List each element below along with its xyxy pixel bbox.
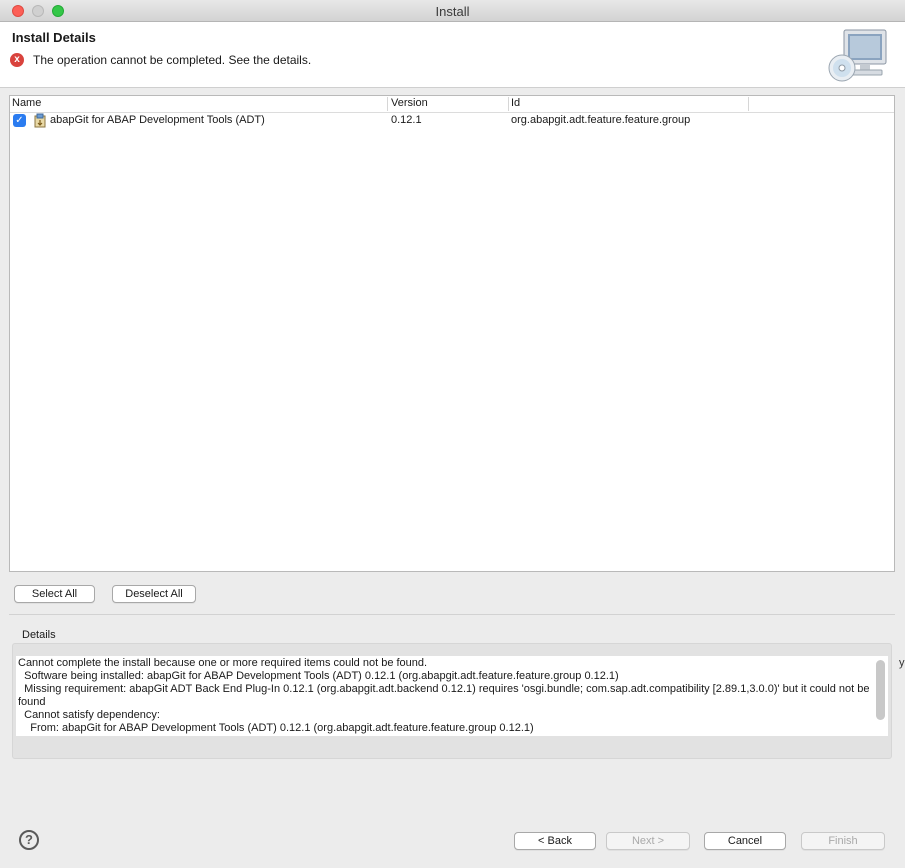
details-textarea[interactable]: Cannot complete the install because one … (16, 656, 888, 736)
finish-button[interactable]: Finish (801, 832, 885, 850)
window-title: Install (435, 4, 470, 19)
install-monitor-icon (828, 29, 887, 82)
checkbox-checked-icon[interactable]: ✓ (13, 114, 26, 127)
page-title: Install Details (12, 30, 96, 45)
error-icon: x (10, 53, 24, 67)
features-table[interactable]: Name Version Id ✓ abapGit for ABAP Devel… (9, 95, 895, 572)
column-header-version[interactable]: Version (389, 97, 509, 111)
edge-text: y (899, 657, 905, 669)
deselect-all-button[interactable]: Deselect All (112, 585, 196, 603)
select-all-button[interactable]: Select All (14, 585, 95, 603)
details-group: Cannot complete the install because one … (12, 643, 892, 759)
wizard-header: Install Details x The operation cannot b… (0, 22, 905, 88)
details-label: Details (22, 629, 56, 641)
cancel-button[interactable]: Cancel (704, 832, 786, 850)
help-icon[interactable]: ? (19, 830, 39, 850)
back-button[interactable]: < Back (514, 832, 596, 850)
feature-plugin-icon (34, 113, 46, 128)
details-scrollbar[interactable] (876, 660, 885, 720)
next-button[interactable]: Next > (606, 832, 690, 850)
table-row[interactable]: ✓ abapGit for ABAP Development Tools (AD… (10, 112, 894, 130)
table-header: Name Version Id (10, 96, 894, 113)
column-header-id[interactable]: Id (509, 97, 749, 111)
row-name: abapGit for ABAP Development Tools (ADT) (50, 114, 265, 126)
row-version: 0.12.1 (391, 114, 422, 126)
row-id: org.abapgit.adt.feature.feature.group (511, 114, 691, 126)
divider (9, 614, 895, 615)
column-header-name[interactable]: Name (10, 97, 388, 111)
window-titlebar: Install (0, 0, 905, 22)
error-message: The operation cannot be completed. See t… (33, 53, 312, 67)
